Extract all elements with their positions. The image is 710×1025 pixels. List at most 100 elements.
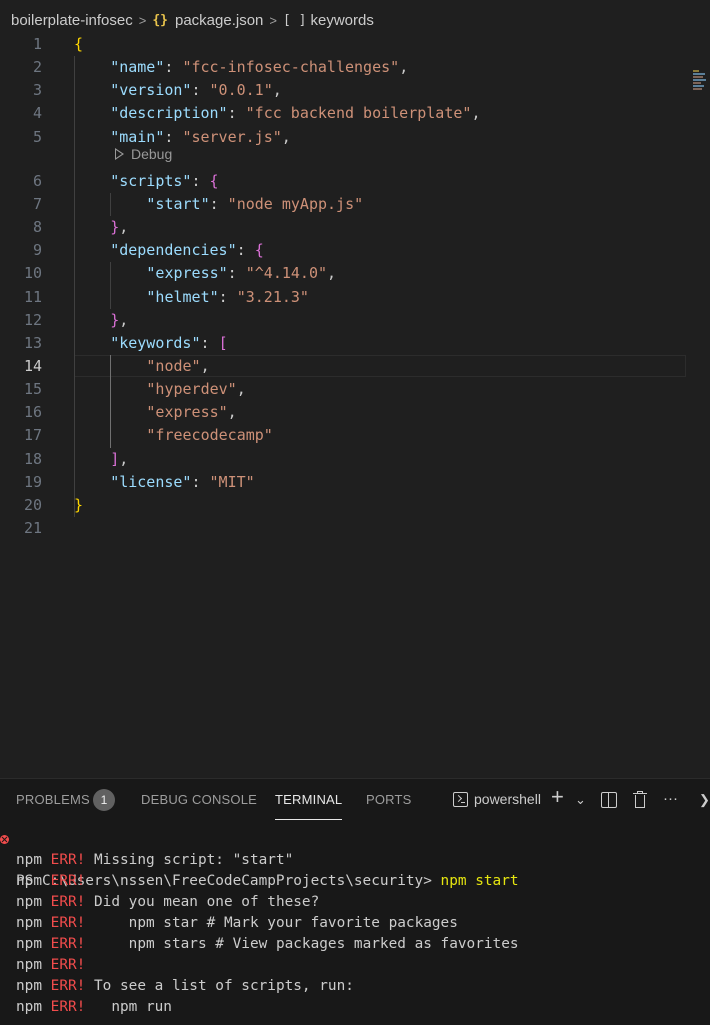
code-line: 17 "freecodecamp" [0, 424, 710, 447]
line-number: 19 [23, 472, 42, 491]
json-punct: , [119, 310, 129, 329]
code-text: "description": "fcc backend boilerplate"… [110, 104, 481, 123]
terminal-type-label: powershell [474, 791, 541, 807]
code-editor[interactable]: 1{2 "name": "fcc-infosec-challenges", 3 "ve… [0, 33, 710, 778]
json-string: "fcc backend boilerplate" [245, 104, 472, 123]
panel-tabs: PROBLEMS 1 DEBUG CONSOLE TERMINAL PORTS … [0, 779, 710, 823]
trash-icon[interactable] [633, 791, 647, 809]
codelens-label: Debug [131, 146, 173, 162]
line-number: 21 [23, 519, 42, 537]
array-symbol-icon: [ ] [283, 12, 307, 28]
code-line: 12}, [0, 309, 710, 332]
json-file-icon: {} [152, 12, 168, 28]
code-line: 21 [0, 517, 710, 540]
tab-problems[interactable]: PROBLEMS [16, 792, 90, 807]
err-label: ERR! [50, 957, 86, 973]
minimap[interactable] [693, 70, 707, 98]
json-punct: , [272, 81, 282, 100]
code-line: 10 "express": "^4.14.0", [0, 262, 710, 285]
terminal-line: npm ERR! npm stars # View packages marke… [0, 934, 710, 955]
code-line: 16 "express", [0, 401, 710, 424]
indent-guide [110, 192, 111, 217]
json-punct: , [327, 264, 337, 283]
npm-prefix: npm [16, 852, 42, 868]
debug-codelens[interactable]: Debug [115, 146, 173, 162]
terminal-message: Did you mean one of these? [94, 894, 320, 910]
json-string: "0.0.1" [209, 81, 273, 100]
err-label: ERR! [50, 999, 86, 1015]
json-punct: , [119, 218, 129, 237]
code-text: "express", [146, 401, 236, 424]
line-number: 5 [32, 127, 42, 146]
tab-debug-console[interactable]: DEBUG CONSOLE [141, 792, 257, 807]
line-number: 17 [23, 426, 42, 445]
json-punct: , [236, 380, 246, 399]
code-text: "scripts": { [110, 171, 219, 190]
code-text: } [74, 494, 83, 517]
terminal-type-selector[interactable]: powershell [453, 791, 541, 807]
chevron-right-icon: > [269, 12, 277, 28]
code-line: 2 "name": "fcc-infosec-challenges", [0, 56, 710, 79]
json-key: "main" [110, 127, 165, 146]
code-line: 15 "hyperdev", [0, 378, 710, 401]
chevron-right-icon[interactable]: ❯ [699, 791, 710, 809]
terminal-message: npm stars # View packages marked as favo… [94, 936, 519, 952]
terminal-line: npm ERR! npm star # Mark your favorite p… [0, 913, 710, 934]
breadcrumb-folder[interactable]: boilerplate-infosec [11, 12, 133, 29]
breadcrumb-file[interactable]: package.json [175, 12, 263, 29]
tab-ports[interactable]: PORTS [366, 792, 412, 807]
json-string: "3.21.3" [236, 287, 309, 306]
code-line: 18], [0, 448, 710, 471]
json-string: "server.js" [182, 127, 282, 146]
err-label: ERR! [50, 978, 86, 994]
indent-guide [74, 56, 75, 517]
code-text: "node", [146, 355, 209, 378]
code-line: 9 "dependencies": { [0, 239, 710, 262]
code-line: 19 "license": "MIT" [0, 471, 710, 494]
json-bracket: ] [110, 449, 120, 468]
new-terminal-plus-icon[interactable]: + [551, 786, 564, 808]
json-key: "keywords" [110, 333, 201, 352]
split-terminal-icon[interactable] [601, 792, 617, 808]
json-key: "dependencies" [110, 241, 237, 260]
indent-guide [110, 262, 111, 309]
json-key: "start" [146, 194, 210, 213]
line-number: 20 [23, 495, 42, 514]
json-punct: , [399, 58, 409, 77]
code-text: "start": "node myApp.js" [146, 194, 364, 213]
json-bracket: [ [218, 333, 228, 352]
line-number: 12 [23, 310, 42, 329]
line-number: 10 [23, 264, 42, 283]
npm-prefix: npm [16, 936, 42, 952]
line-number: 2 [32, 58, 42, 77]
err-label: ERR! [50, 936, 86, 952]
npm-prefix: npm [16, 957, 42, 973]
code-line: 4 "description": "fcc backend boilerplate… [0, 102, 710, 125]
terminal-line: npm ERR! npm run [0, 997, 710, 1018]
json-key: "helmet" [146, 287, 219, 306]
more-actions-icon[interactable]: ··· [663, 790, 678, 808]
line-number: 4 [32, 104, 42, 123]
tab-terminal[interactable]: TERMINAL [275, 792, 343, 820]
terminal-output[interactable]: PS C:\Users\nssen\FreeCodeCampProjects\s… [0, 829, 710, 1018]
code-text: }, [110, 309, 128, 332]
json-key: "license" [110, 472, 192, 491]
indent-guide [110, 354, 111, 448]
terminal-line: npm ERR! [0, 955, 710, 976]
chevron-down-icon[interactable]: ⌄ [575, 791, 586, 809]
npm-prefix: npm [16, 915, 42, 931]
line-number: 1 [32, 35, 42, 53]
line-number: 13 [23, 333, 42, 352]
json-punct: , [471, 104, 481, 123]
json-key: "name" [110, 58, 165, 77]
line-number: 8 [32, 218, 42, 237]
json-string: "express" [146, 403, 228, 422]
terminal-message: Missing script: "start" [94, 852, 294, 868]
code-text: "version": "0.0.1", [110, 81, 282, 100]
line-number: 18 [23, 449, 42, 468]
error-status-icon [0, 835, 9, 844]
line-number: 14 [23, 356, 42, 375]
json-brace: { [74, 35, 84, 53]
breadcrumb-symbol[interactable]: keywords [310, 12, 373, 29]
line-number: 16 [23, 403, 42, 422]
